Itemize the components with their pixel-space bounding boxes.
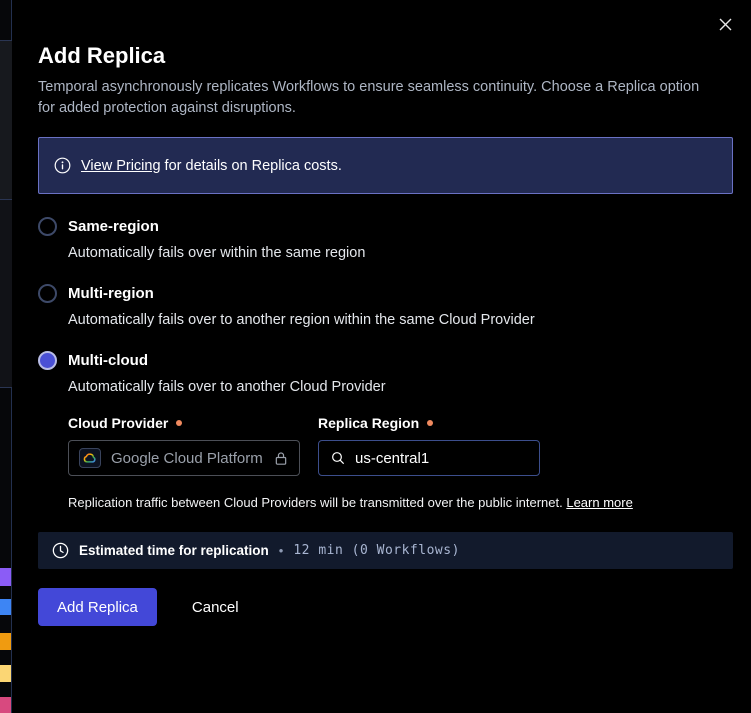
replica-region-label: Replica Region — [318, 415, 540, 431]
radio-circle-unselected-icon[interactable] — [38, 284, 57, 303]
radio-circle-selected-icon[interactable] — [38, 351, 57, 370]
traffic-note: Replication traffic between Cloud Provid… — [68, 495, 733, 510]
modal-description: Temporal asynchronously replicates Workf… — [38, 77, 718, 119]
option-description: Automatically fails over to another Clou… — [68, 379, 733, 395]
background-stripe-blue — [0, 599, 11, 615]
radio-circle-unselected-icon[interactable] — [38, 217, 57, 236]
cloud-provider-label: Cloud Provider — [68, 415, 300, 431]
option-multi-region: Multi-region Automatically fails over to… — [38, 284, 733, 328]
close-button[interactable] — [711, 10, 739, 38]
cloud-provider-label-text: Cloud Provider — [68, 415, 168, 431]
cloud-provider-select[interactable]: Google Cloud Platform — [68, 440, 300, 476]
estimate-separator: • — [279, 543, 284, 558]
replica-region-input[interactable] — [355, 450, 515, 467]
option-multi-cloud: Multi-cloud Automatically fails over to … — [38, 351, 733, 395]
background-row — [0, 41, 12, 199]
close-icon — [718, 17, 733, 32]
add-replica-modal: Add Replica Temporal asynchronously repl… — [13, 0, 751, 713]
option-label: Multi-region — [68, 285, 154, 302]
background-stripe-yellow — [0, 665, 11, 682]
info-icon — [54, 157, 71, 174]
learn-more-link[interactable]: Learn more — [566, 495, 632, 510]
modal-actions: Add Replica Cancel — [38, 588, 733, 626]
background-divider — [0, 40, 12, 41]
cancel-button[interactable]: Cancel — [167, 588, 264, 626]
option-description: Automatically fails over within the same… — [68, 245, 733, 261]
radio-multi-cloud[interactable]: Multi-cloud — [38, 351, 733, 370]
estimate-banner: Estimated time for replication • 12 min … — [38, 532, 733, 569]
background-stripe-purple — [0, 568, 11, 586]
search-icon — [330, 450, 346, 466]
replica-region-field: Replica Region — [318, 415, 540, 476]
pricing-banner-suffix: for details on Replica costs. — [161, 158, 342, 174]
estimate-label: Estimated time for replication — [79, 543, 269, 558]
page-title: Add Replica — [38, 42, 733, 70]
option-label: Multi-cloud — [68, 352, 148, 369]
background-stripe-pink — [0, 697, 11, 713]
option-label: Same-region — [68, 218, 159, 235]
option-same-region: Same-region Automatically fails over wit… — [38, 217, 733, 261]
replica-options: Same-region Automatically fails over wit… — [38, 217, 733, 395]
background-row — [0, 200, 12, 387]
replica-region-label-text: Replica Region — [318, 415, 419, 431]
multi-cloud-fields: Cloud Provider — [68, 415, 733, 476]
replica-region-searchbox[interactable] — [318, 440, 540, 476]
traffic-note-text: Replication traffic between Cloud Provid… — [68, 495, 566, 510]
pricing-banner: View Pricing for details on Replica cost… — [38, 137, 733, 194]
background-divider — [0, 387, 12, 388]
google-cloud-logo-icon — [79, 448, 101, 468]
radio-same-region[interactable]: Same-region — [38, 217, 733, 236]
add-replica-button[interactable]: Add Replica — [38, 588, 157, 626]
required-dot-icon — [176, 420, 182, 426]
background-stripe-orange — [0, 633, 11, 650]
estimate-value: 12 min (0 Workflows) — [293, 543, 460, 558]
option-description: Automatically fails over to another regi… — [68, 312, 733, 328]
background-divider — [0, 199, 12, 200]
radio-multi-region[interactable]: Multi-region — [38, 284, 733, 303]
cloud-provider-value: Google Cloud Platform — [111, 450, 263, 467]
pricing-banner-text: View Pricing for details on Replica cost… — [81, 158, 342, 174]
clock-icon — [52, 542, 69, 559]
required-dot-icon — [427, 420, 433, 426]
view-pricing-link[interactable]: View Pricing — [81, 158, 161, 174]
lock-icon — [273, 450, 289, 467]
background-page-edge — [0, 0, 12, 713]
cloud-provider-field: Cloud Provider — [68, 415, 300, 476]
